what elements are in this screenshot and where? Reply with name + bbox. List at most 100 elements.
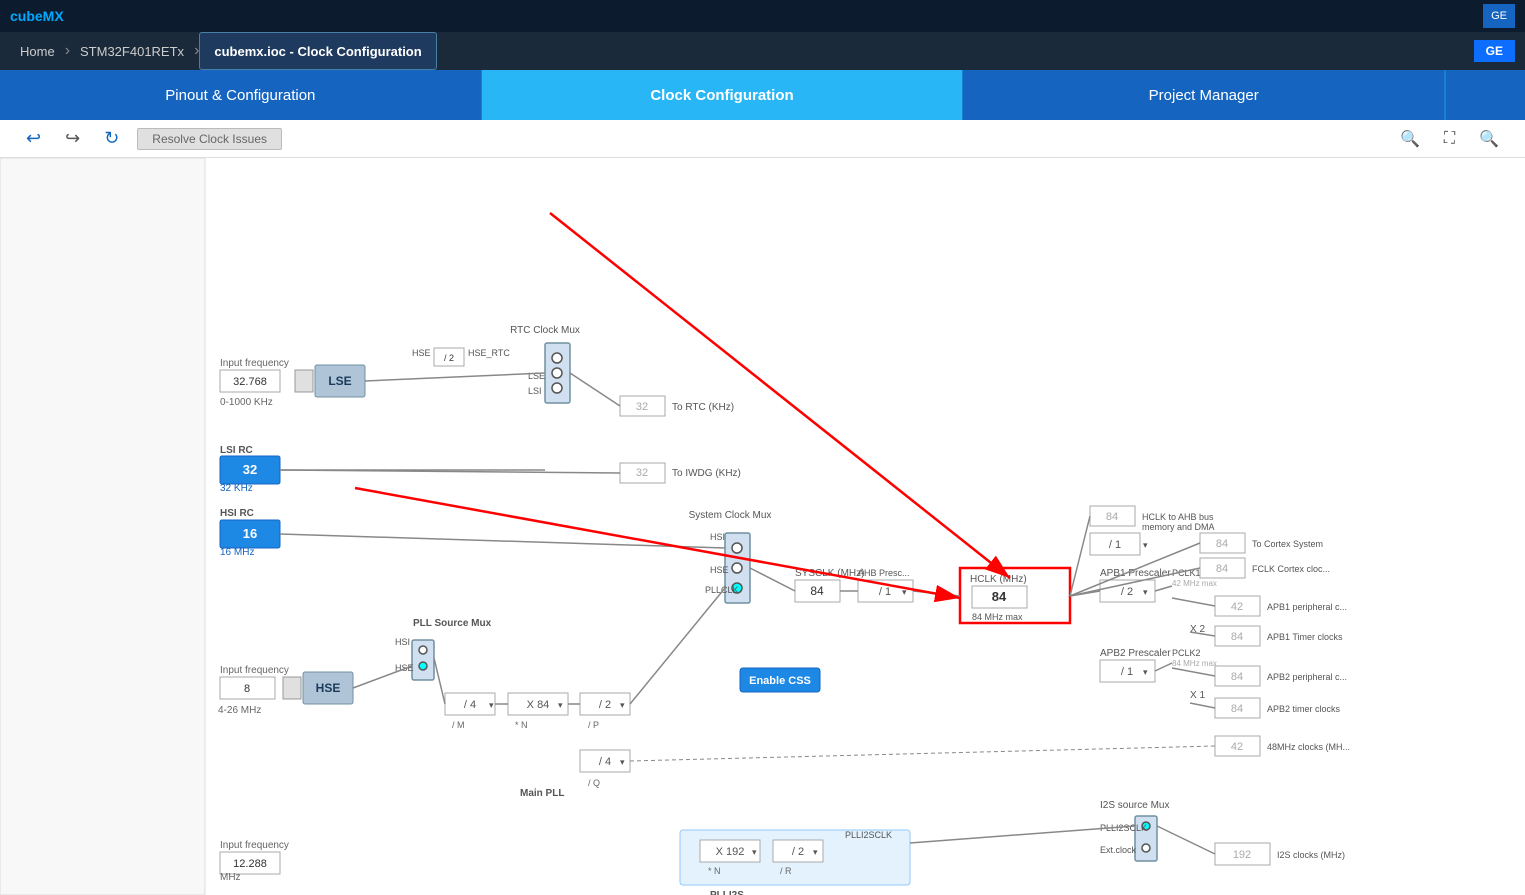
svg-text:PLL Source Mux: PLL Source Mux [413,618,492,629]
svg-text:HCLK to AHB bus: HCLK to AHB bus [1142,512,1214,522]
tab-bar: Pinout & Configuration Clock Configurati… [0,70,1525,120]
svg-text:84 MHz max: 84 MHz max [1172,659,1217,668]
svg-text:* N: * N [515,720,528,730]
svg-text:HSE_RTC: HSE_RTC [468,348,510,358]
svg-text:LSI: LSI [528,386,542,396]
svg-text:System Clock Mux: System Clock Mux [689,510,772,521]
tab-extra[interactable] [1445,70,1525,120]
svg-text:84: 84 [1216,538,1228,550]
svg-text:HSI: HSI [395,637,410,647]
svg-text:APB1 Timer clocks: APB1 Timer clocks [1267,632,1343,642]
svg-text:Ext.clock: Ext.clock [1100,845,1137,855]
svg-text:84: 84 [1231,671,1243,683]
undo-button[interactable]: ↩ [20,126,47,151]
svg-text:▾: ▾ [489,700,494,710]
svg-text:/ R: / R [780,866,792,876]
svg-text:/ 4: / 4 [599,756,611,768]
svg-text:/ M: / M [452,720,465,730]
zoom-in-button[interactable]: 🔍 [1394,127,1426,151]
refresh-button[interactable]: ↻ [98,126,125,151]
svg-text:▾: ▾ [558,700,563,710]
svg-text:84: 84 [1231,703,1243,715]
svg-text:HSI: HSI [710,532,725,542]
svg-text:/ 1: / 1 [1121,666,1133,678]
breadcrumb-ge[interactable]: GE [1474,40,1515,62]
svg-text:To RTC (KHz): To RTC (KHz) [672,402,734,413]
svg-text:42: 42 [1231,601,1243,613]
svg-text:HSE: HSE [316,681,341,695]
svg-text:4-26 MHz: 4-26 MHz [218,705,261,716]
tab-pinout[interactable]: Pinout & Configuration [0,70,482,120]
svg-text:32 KHz: 32 KHz [220,483,253,494]
svg-text:APB1 peripheral c...: APB1 peripheral c... [1267,602,1347,612]
svg-text:memory and DMA: memory and DMA [1142,522,1215,532]
svg-text:/ 1: / 1 [879,586,891,598]
resolve-clock-button[interactable]: Resolve Clock Issues [137,128,282,150]
svg-text:/ 2: / 2 [444,353,454,363]
zoom-out-button[interactable]: 🔍 [1473,127,1505,151]
svg-text:84: 84 [1231,631,1243,643]
svg-text:LSE: LSE [328,374,351,388]
svg-text:FCLK Cortex cloc...: FCLK Cortex cloc... [1252,564,1330,574]
clock-diagram: Input frequency 32.768 0-1000 KHz LSE LS… [0,158,1525,895]
svg-text:* N: * N [708,866,721,876]
svg-text:Enable CSS: Enable CSS [749,675,811,687]
ge-button[interactable]: GE [1483,4,1515,28]
breadcrumb-mcu[interactable]: STM32F401RETx [70,32,194,70]
tab-project[interactable]: Project Manager [963,70,1445,120]
svg-text:I2S source Mux: I2S source Mux [1100,800,1169,811]
tab-clock[interactable]: Clock Configuration [482,70,964,120]
svg-text:▾: ▾ [620,700,625,710]
svg-text:I2S clocks (MHz): I2S clocks (MHz) [1277,850,1345,860]
svg-text:HSE: HSE [412,348,431,358]
toolbar: ↩ ↪ ↻ Resolve Clock Issues 🔍 ⛶ 🔍 [0,120,1525,158]
svg-text:84: 84 [810,584,824,598]
svg-text:84 MHz max: 84 MHz max [972,612,1023,622]
svg-text:Input frequency: Input frequency [220,665,289,676]
top-bar: cubeMX GE [0,0,1525,32]
breadcrumb: Home › STM32F401RETx › cubemx.ioc - Cloc… [0,32,1525,70]
svg-text:/ Q: / Q [588,778,600,788]
svg-text:To IWDG (KHz): To IWDG (KHz) [672,468,741,479]
redo-button[interactable]: ↪ [59,126,86,151]
svg-text:84: 84 [1106,511,1118,523]
svg-text:AHB Presc...: AHB Presc... [858,568,910,578]
svg-text:Input frequency: Input frequency [220,358,289,369]
svg-text:8: 8 [244,683,250,695]
svg-text:/ 1: / 1 [1109,539,1121,551]
svg-text:▾: ▾ [1143,667,1148,677]
app-logo: cubeMX [10,8,64,24]
svg-text:32: 32 [636,401,648,413]
svg-text:Main PLL: Main PLL [520,788,564,799]
svg-text:▾: ▾ [752,847,757,857]
breadcrumb-file[interactable]: cubemx.ioc - Clock Configuration [199,32,436,70]
svg-text:42: 42 [1231,741,1243,753]
top-bar-right: GE [1483,4,1515,28]
svg-text:▾: ▾ [813,847,818,857]
svg-text:PLLI2SCLK: PLLI2SCLK [845,830,892,840]
breadcrumb-home[interactable]: Home [10,32,65,70]
svg-text:PLLI2S: PLLI2S [710,890,744,895]
svg-text:HSE: HSE [710,565,729,575]
svg-text:PLLCLK: PLLCLK [705,585,739,595]
svg-text:To Cortex System: To Cortex System [1252,539,1323,549]
svg-text:84: 84 [1216,563,1228,575]
svg-text:HSI RC: HSI RC [220,508,254,519]
svg-text:192: 192 [1233,849,1251,861]
svg-text:X 192: X 192 [716,846,745,858]
svg-text:▾: ▾ [1143,540,1148,550]
svg-text:PCLK2: PCLK2 [1172,648,1201,658]
svg-text:▾: ▾ [620,757,625,767]
svg-text:16: 16 [243,526,257,541]
svg-text:/ 2: / 2 [1121,586,1133,598]
svg-text:▾: ▾ [1143,587,1148,597]
svg-text:32: 32 [243,462,257,477]
svg-text:X 84: X 84 [527,699,550,711]
fit-button[interactable]: ⛶ [1438,128,1461,150]
svg-text:16 MHz: 16 MHz [220,547,254,558]
svg-text:32.768: 32.768 [233,376,267,388]
svg-text:/ P: / P [588,720,599,730]
svg-text:APB2 peripheral c...: APB2 peripheral c... [1267,672,1347,682]
svg-text:RTC Clock Mux: RTC Clock Mux [510,325,580,336]
svg-text:/ 4: / 4 [464,699,476,711]
